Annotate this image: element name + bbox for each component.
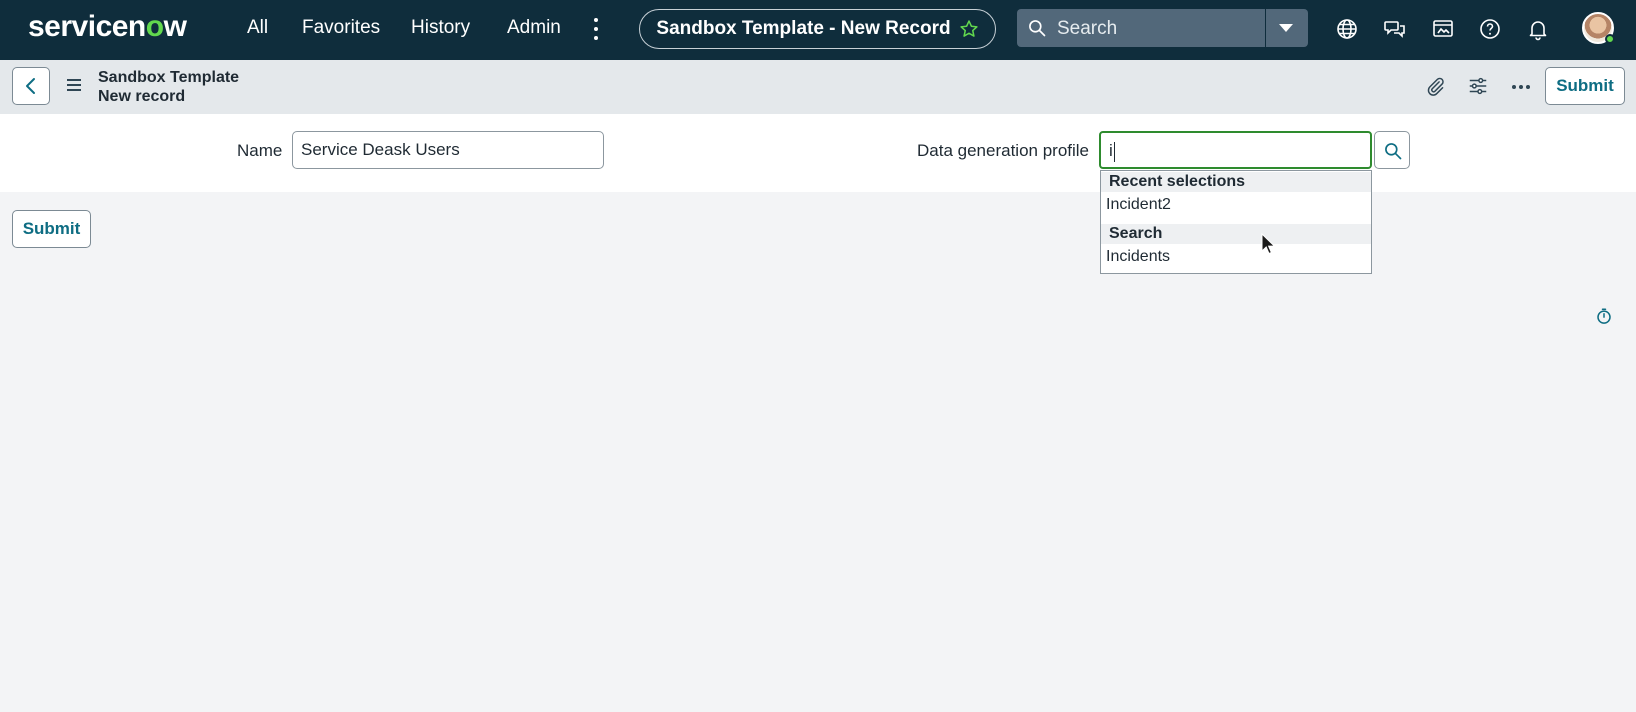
search-icon (1029, 20, 1046, 37)
context-menu-icon[interactable] (67, 79, 81, 91)
dropdown-option-incidents[interactable]: Incidents (1101, 244, 1371, 270)
record-title-text: Sandbox Template - New Record (656, 18, 951, 39)
presence-indicator (1605, 34, 1615, 44)
top-navigation: servicenow All Favorites History Admin S… (0, 0, 1636, 60)
stopwatch-icon[interactable] (1595, 307, 1613, 325)
servicenow-logo[interactable]: servicenow (28, 10, 187, 44)
search-input[interactable]: Search (1057, 18, 1117, 40)
recent-selections-heading: Recent selections (1101, 172, 1371, 192)
name-field[interactable]: Service Deask Users (292, 131, 604, 169)
notifications-bell-icon[interactable] (1526, 17, 1550, 41)
globe-icon[interactable] (1335, 17, 1359, 41)
attachment-paperclip-icon[interactable] (1424, 75, 1446, 97)
screen-settings-icon[interactable] (1431, 17, 1455, 41)
more-actions-icon[interactable] (1512, 85, 1530, 89)
back-button[interactable] (12, 67, 50, 105)
user-avatar[interactable] (1582, 12, 1615, 44)
dropdown-option-incident2[interactable]: Incident2 (1101, 192, 1371, 218)
global-search[interactable]: Search (1017, 9, 1308, 47)
footer-submit-button[interactable]: Submit (12, 210, 91, 248)
autocomplete-dropdown: Recent selections Incident2 Search Incid… (1100, 170, 1372, 274)
nav-favorites[interactable]: Favorites (302, 17, 380, 39)
search-divider (1265, 9, 1266, 47)
nav-history[interactable]: History (411, 17, 470, 39)
nav-all[interactable]: All (247, 17, 268, 39)
record-header: Sandbox Template New record Submit (0, 60, 1636, 114)
name-label: Name (237, 141, 283, 160)
profile-typed-text: i (1109, 141, 1113, 160)
record-title: Sandbox Template New record (98, 68, 239, 106)
magnifier-icon (1385, 143, 1402, 160)
reference-lookup-button[interactable] (1374, 131, 1410, 169)
chat-icon[interactable] (1383, 17, 1407, 41)
text-caret (1113, 141, 1115, 162)
record-state: New record (98, 88, 186, 105)
search-scope-dropdown-icon[interactable] (1279, 24, 1293, 32)
mouse-pointer-icon (1261, 233, 1275, 255)
search-heading: Search (1101, 224, 1371, 244)
help-icon[interactable] (1478, 17, 1502, 41)
data-generation-profile-field[interactable]: i (1099, 131, 1372, 169)
nav-admin[interactable]: Admin (507, 17, 561, 39)
personalize-form-sliders-icon[interactable] (1467, 75, 1489, 97)
record-table-name: Sandbox Template (98, 69, 240, 86)
data-generation-profile-label: Data generation profile (917, 141, 1090, 160)
favorite-star-icon[interactable] (959, 19, 979, 39)
chevron-left-icon (26, 78, 35, 94)
record-title-pill[interactable]: Sandbox Template - New Record (639, 9, 996, 49)
more-menu-icon[interactable] (592, 18, 600, 40)
header-submit-button[interactable]: Submit (1545, 67, 1625, 105)
